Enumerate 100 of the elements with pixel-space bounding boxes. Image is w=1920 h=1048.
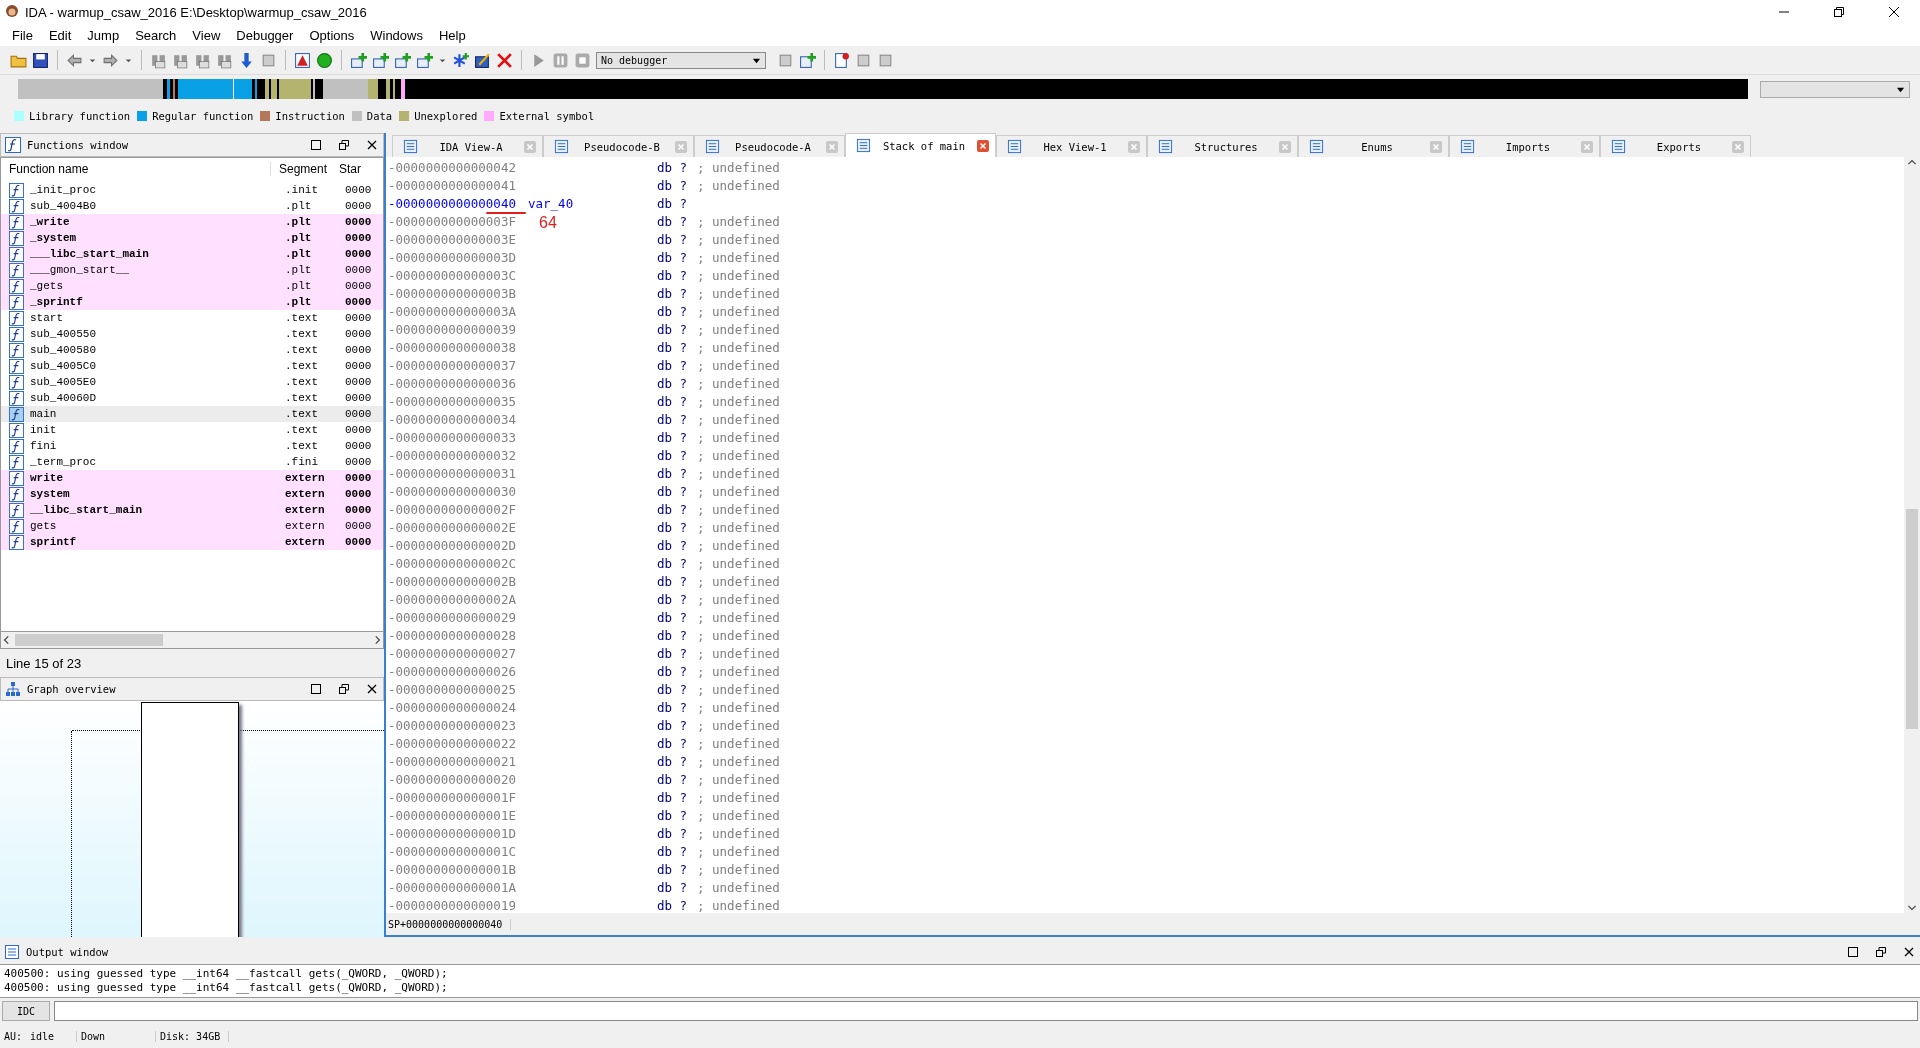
- language-button[interactable]: IDC: [2, 1001, 50, 1021]
- forward-arrow-icon[interactable]: [102, 51, 119, 69]
- restore-icon[interactable]: [339, 684, 349, 694]
- menu-item[interactable]: View: [184, 27, 229, 43]
- data-type: db ?: [657, 701, 689, 715]
- close-icon[interactable]: [367, 684, 377, 694]
- function-icon: [9, 502, 24, 518]
- function-row[interactable]: _write .plt 0000: [1, 214, 383, 230]
- function-row[interactable]: sub_4005E0 .text 0000: [1, 374, 383, 390]
- tab[interactable]: Structures: [1147, 135, 1298, 157]
- tab[interactable]: Pseudocode-A: [694, 135, 845, 157]
- function-row[interactable]: gets extern 0000: [1, 518, 383, 534]
- circle-icon[interactable]: [316, 51, 333, 69]
- function-icon: [9, 214, 24, 230]
- menu-item[interactable]: Edit: [40, 27, 80, 43]
- close-icon[interactable]: [367, 140, 377, 150]
- data-type: db ?: [657, 449, 689, 463]
- save-icon[interactable]: [32, 51, 49, 69]
- comment: ; undefined: [697, 467, 780, 481]
- function-row[interactable]: sub_400580 .text 0000: [1, 342, 383, 358]
- function-icon: [9, 518, 24, 534]
- function-row[interactable]: __libc_start_main extern 0000: [1, 502, 383, 518]
- maximize-icon[interactable]: [311, 684, 321, 694]
- segment-name: extern: [284, 488, 326, 500]
- column-header[interactable]: Segment: [271, 162, 339, 176]
- function-row[interactable]: fini .text 0000: [1, 438, 383, 454]
- segment-name: .plt: [284, 248, 313, 260]
- graph-node[interactable]: [141, 702, 239, 937]
- function-row[interactable]: sub_4005C0 .text 0000: [1, 358, 383, 374]
- menu-item[interactable]: Help: [431, 27, 474, 43]
- function-row[interactable]: sub_400550 .text 0000: [1, 326, 383, 342]
- scrollbar-thumb[interactable]: [15, 634, 163, 646]
- close-icon[interactable]: [1904, 947, 1914, 957]
- stack-offset: -0000000000000027: [388, 646, 516, 661]
- menu-item[interactable]: Search: [127, 27, 185, 43]
- function-row[interactable]: system extern 0000: [1, 486, 383, 502]
- menu-item[interactable]: Options: [301, 27, 363, 43]
- navigation-band[interactable]: [18, 79, 1748, 99]
- asterisk-icon[interactable]: [452, 51, 469, 69]
- comment: ; undefined: [697, 287, 780, 301]
- function-row[interactable]: sub_4004B0 .plt 0000: [1, 198, 383, 214]
- debugger-dropdown[interactable]: No debugger: [596, 51, 766, 69]
- delete-icon[interactable]: [496, 51, 513, 69]
- document-icon[interactable]: [833, 51, 850, 69]
- segment-name: .fini: [284, 456, 319, 468]
- menu-item[interactable]: Debugger: [228, 27, 302, 43]
- function-icon: [9, 294, 24, 310]
- start-address: 0000: [345, 376, 373, 388]
- tab[interactable]: IDA View-A: [392, 135, 543, 157]
- add-code-icon[interactable]: [350, 51, 367, 69]
- function-icon: [9, 390, 24, 406]
- function-row[interactable]: ___libc_start_main .plt 0000: [1, 246, 383, 262]
- legend-label: Regular function: [152, 110, 254, 122]
- column-header[interactable]: Function name: [1, 162, 271, 176]
- function-row[interactable]: _system .plt 0000: [1, 230, 383, 246]
- tab[interactable]: Exports: [1600, 135, 1751, 157]
- tab-close-icon[interactable]: [977, 139, 989, 152]
- column-header[interactable]: Star: [339, 162, 377, 176]
- function-row[interactable]: _sprintf .plt 0000: [1, 294, 383, 310]
- function-row[interactable]: ___gmon_start__ .plt 0000: [1, 262, 383, 278]
- back-arrow-icon[interactable]: [66, 51, 83, 69]
- function-row[interactable]: start .text 0000: [1, 310, 383, 326]
- stop-icon[interactable]: [574, 51, 591, 69]
- function-row[interactable]: init .text 0000: [1, 422, 383, 438]
- warning-icon[interactable]: [294, 51, 311, 69]
- segment-name: .plt: [284, 216, 313, 228]
- tab[interactable]: Hex View-1: [996, 135, 1147, 157]
- function-row[interactable]: sprintf extern 0000: [1, 534, 383, 550]
- add-data-icon[interactable]: [372, 51, 389, 69]
- restore-icon[interactable]: [1876, 947, 1886, 957]
- function-row[interactable]: _gets .plt 0000: [1, 278, 383, 294]
- tab[interactable]: Pseudocode-B: [543, 135, 694, 157]
- maximize-icon[interactable]: [311, 140, 321, 150]
- function-row[interactable]: _init_proc .init 0000: [1, 182, 383, 198]
- menu-item[interactable]: Jump: [79, 27, 128, 43]
- scrollbar-thumb[interactable]: [1906, 509, 1918, 729]
- add-icon[interactable]: [416, 51, 433, 69]
- tab[interactable]: Imports: [1449, 135, 1600, 157]
- pause-icon[interactable]: [552, 51, 569, 69]
- add-icon[interactable]: [394, 51, 411, 69]
- restore-icon[interactable]: [1833, 6, 1845, 18]
- menu-item[interactable]: Windows: [362, 27, 431, 43]
- comment: ; undefined: [697, 539, 780, 553]
- function-row[interactable]: write extern 0000: [1, 470, 383, 486]
- function-row[interactable]: main .text 0000: [1, 406, 383, 422]
- tab[interactable]: Stack of main: [845, 133, 996, 157]
- function-row[interactable]: sub_40060D .text 0000: [1, 390, 383, 406]
- data-type: db ?: [657, 845, 689, 859]
- edit-icon[interactable]: [474, 51, 491, 69]
- panel-title: Graph overview: [27, 683, 116, 695]
- menu-item[interactable]: File: [4, 27, 41, 43]
- data-type: db ?: [657, 377, 689, 391]
- tab[interactable]: Enums: [1298, 135, 1449, 157]
- restore-icon[interactable]: [339, 140, 349, 150]
- command-field[interactable]: [54, 1001, 1918, 1021]
- comment: ; undefined: [697, 791, 780, 805]
- maximize-icon[interactable]: [1848, 947, 1858, 957]
- close-icon[interactable]: [1888, 6, 1900, 18]
- stack-offset: -000000000000003A: [388, 304, 516, 319]
- function-row[interactable]: _term_proc .fini 0000: [1, 454, 383, 470]
